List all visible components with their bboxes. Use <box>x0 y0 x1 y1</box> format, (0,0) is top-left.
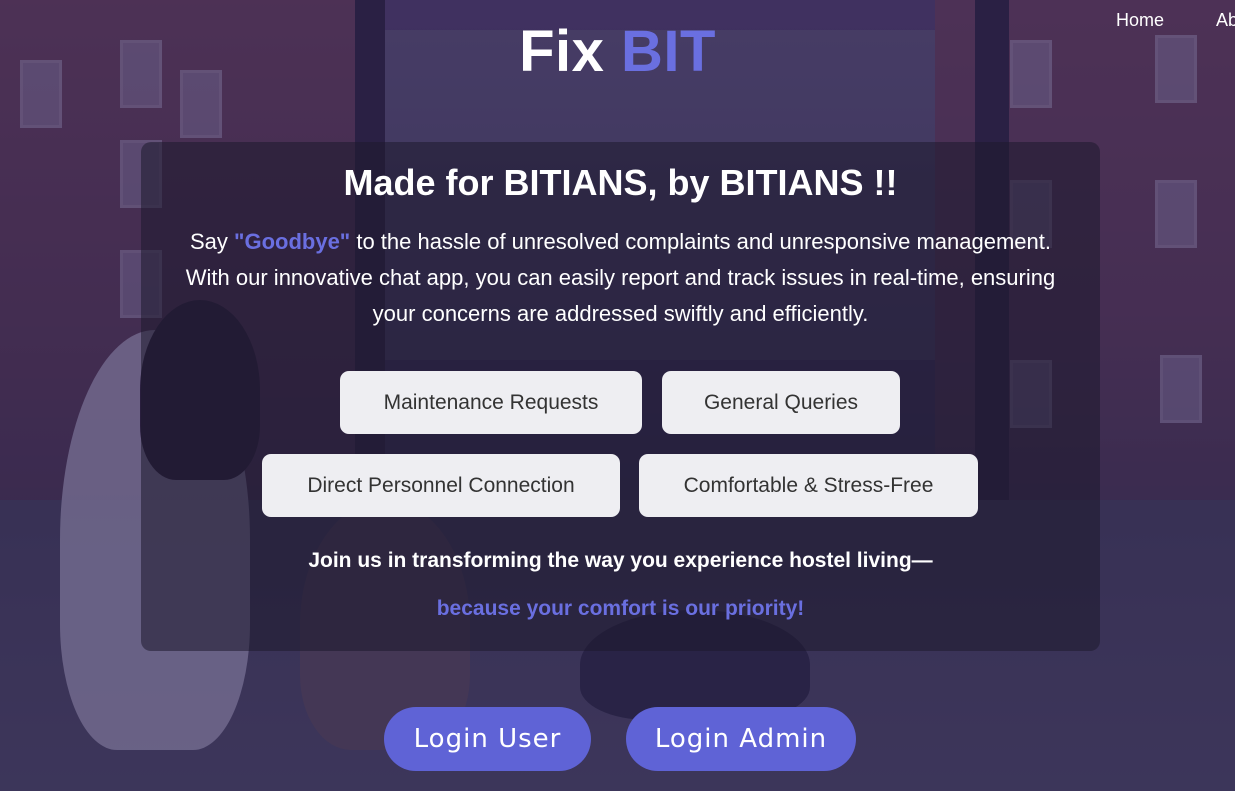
hero-heading: Made for BITIANS, by BITIANS !! <box>343 162 898 203</box>
hero-description: Say "Goodbye" to the hassle of unresolve… <box>181 224 1060 332</box>
priority-tagline: because your comfort is our priority! <box>436 597 805 620</box>
logo-text-main: Fix <box>519 19 605 84</box>
hero-card: Made for BITIANS, by BITIANS !! Say "Goo… <box>141 142 1100 651</box>
feature-comfortable-stress-free[interactable]: Comfortable & Stress-Free <box>639 454 978 517</box>
join-tagline: Join us in transforming the way you expe… <box>308 549 933 572</box>
site-logo: Fix BIT <box>0 18 1235 85</box>
login-admin-button[interactable]: Login Admin <box>626 707 856 771</box>
feature-general-queries[interactable]: General Queries <box>662 371 900 434</box>
desc-prefix: Say <box>190 229 235 254</box>
feature-direct-personnel-connection[interactable]: Direct Personnel Connection <box>262 454 620 517</box>
logo-text-accent: BIT <box>621 19 716 84</box>
desc-highlight: "Goodbye" <box>234 229 351 254</box>
feature-maintenance-requests[interactable]: Maintenance Requests <box>340 371 642 434</box>
login-user-button[interactable]: Login User <box>384 707 591 771</box>
